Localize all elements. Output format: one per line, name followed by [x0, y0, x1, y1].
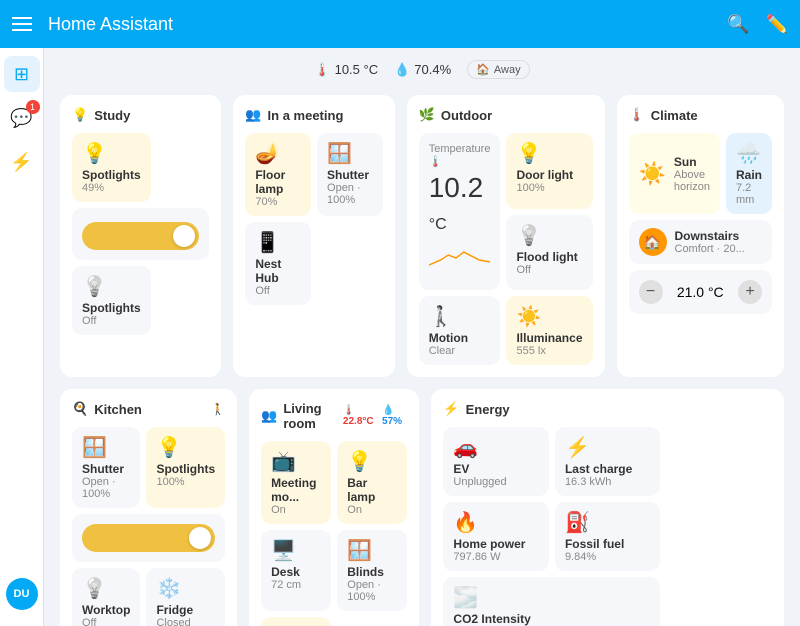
outdoor-illuminance[interactable]: ☀️ Illuminance 555 lx	[506, 296, 592, 365]
spotlight-off-icon: 💡	[82, 274, 141, 299]
house-icon: 🏠	[476, 63, 490, 76]
living-room-blinds[interactable]: 🪟 Blinds Open · 100%	[337, 530, 407, 611]
office-shutter[interactable]: 🪟 Shutter Open · 100%	[317, 133, 383, 216]
outdoor-icon: 🌿	[419, 107, 435, 123]
kitchen-person-icon: 🚶	[211, 403, 225, 416]
kitchen-icon: 🍳	[72, 401, 88, 417]
slider-knob	[173, 225, 195, 247]
menu-button[interactable]	[12, 12, 36, 36]
main-content: 🌡️ 10.5 °C 💧 70.4% 🏠 Away 💡 Study	[44, 48, 800, 626]
kitchen-spotlights[interactable]: 💡 Spotlights 100%	[146, 427, 225, 508]
study-icon: 💡	[72, 107, 88, 123]
living-room-temp: 🌡️ 22.8°C	[343, 405, 376, 427]
sun-icon: ☀️	[639, 161, 666, 187]
outdoor-section: 🌿 Outdoor Temperature 🌡️ 10.2 °C	[407, 95, 605, 377]
kitchen-fridge[interactable]: ❄️ Fridge Closed	[146, 568, 225, 626]
sidebar-item-dashboard[interactable]: ⊞	[4, 56, 40, 92]
energy-fossil-fuel[interactable]: ⛽ Fossil fuel 9.84%	[555, 502, 661, 571]
temp-increase-button[interactable]: +	[738, 280, 762, 304]
sections-row-2: 🍳 Kitchen 🚶 🪟 Shutter Open · 100% 💡 Spot…	[60, 389, 784, 626]
kitchen-slider-knob	[189, 527, 211, 549]
downstairs-icon: 🏠	[639, 228, 667, 256]
avatar[interactable]: DU	[6, 578, 38, 610]
climate-section: 🌡️ Climate ☀️ Sun Above horizon	[617, 95, 785, 377]
water-icon: 💧	[394, 62, 410, 78]
study-devices: 💡 Spotlights 49% 💡 Spotlights Off	[72, 133, 209, 335]
study-title: 💡 Study	[72, 107, 209, 123]
office-devices: 🪔 Floor lamp 70% 🪟 Shutter Open · 100% 📱…	[245, 133, 382, 305]
sidebar-item-energy[interactable]: ⚡	[4, 144, 40, 180]
search-icon[interactable]: 🔍	[727, 14, 749, 35]
energy-co2[interactable]: 🌫️ CO2 Intensity 62.0 gCO2eq/...	[443, 577, 660, 626]
energy-last-charge[interactable]: ⚡ Last charge 16.3 kWh	[555, 427, 661, 496]
outdoor-motion[interactable]: 🚶 Motion Clear	[419, 296, 501, 365]
living-room-bar-lamp[interactable]: 💡 Bar lamp On	[337, 441, 407, 524]
status-presence: 🏠 Away	[467, 60, 529, 79]
living-room-meeting[interactable]: 📺 Meeting mo... On	[261, 441, 331, 524]
climate-sun[interactable]: ☀️ Sun Above horizon	[629, 133, 720, 214]
living-room-desk[interactable]: 🖥️ Desk 72 cm	[261, 530, 331, 611]
climate-title: 🌡️ Climate	[629, 107, 773, 123]
study-section: 💡 Study 💡 Spotlights 49%	[60, 95, 221, 377]
outdoor-temp-tile: Temperature 🌡️ 10.2 °C	[419, 133, 501, 290]
topbar-actions: 🔍 ✏️	[727, 14, 788, 35]
climate-rain[interactable]: 🌧️ Rain 7.2 mm	[726, 133, 772, 214]
sections-row-1: 💡 Study 💡 Spotlights 49%	[60, 95, 784, 377]
status-humidity: 💧 70.4%	[394, 60, 451, 79]
energy-icon: ⚡	[443, 401, 459, 417]
temp-decrease-button[interactable]: −	[639, 280, 663, 304]
outdoor-door-light[interactable]: 💡 Door light 100%	[506, 133, 592, 209]
living-room-title: 👥 Living room 🌡️ 22.8°C 💧 57%	[261, 401, 407, 431]
study-slider-tile[interactable]	[72, 208, 209, 260]
kitchen-devices: 🪟 Shutter Open · 100% 💡 Spotlights 100%	[72, 427, 225, 626]
kitchen-worktop[interactable]: 💡 Worktop Off	[72, 568, 140, 626]
topbar: Home Assistant 🔍 ✏️	[0, 0, 800, 48]
kitchen-shutter[interactable]: 🪟 Shutter Open · 100%	[72, 427, 140, 508]
study-spotlights-off[interactable]: 💡 Spotlights Off	[72, 266, 151, 335]
status-bar: 🌡️ 10.5 °C 💧 70.4% 🏠 Away	[60, 60, 784, 79]
living-room-section: 👥 Living room 🌡️ 22.8°C 💧 57% 📺 Meeting …	[249, 389, 419, 626]
energy-section: ⚡ Energy 🚗 EV Unplugged ⚡ Last charge 16…	[431, 389, 784, 626]
study-spotlights-on[interactable]: 💡 Spotlights 49%	[72, 133, 151, 202]
office-nest-hub[interactable]: 📱 Nest Hub Off	[245, 222, 311, 305]
status-temperature: 🌡️ 10.5 °C	[314, 60, 378, 79]
living-room-humidity: 💧 57%	[382, 405, 407, 427]
office-icon: 👥	[245, 107, 261, 123]
kitchen-section: 🍳 Kitchen 🚶 🪟 Shutter Open · 100% 💡 Spot…	[60, 389, 237, 626]
energy-devices: 🚗 EV Unplugged ⚡ Last charge 16.3 kWh 🔥 …	[443, 427, 772, 626]
energy-ev[interactable]: 🚗 EV Unplugged	[443, 427, 549, 496]
climate-thermostat: − 21.0 °C +	[629, 270, 773, 314]
thermostat-value: 21.0 °C	[677, 284, 724, 300]
living-room-devices: 📺 Meeting mo... On 💡 Bar lamp On 🖥️ Desk…	[261, 441, 407, 626]
office-section: 👥 In a meeting 🪔 Floor lamp 70% 🪟 Shutte…	[233, 95, 394, 377]
outdoor-flood-light[interactable]: 💡 Flood light Off	[506, 215, 592, 291]
living-room-icon: 👥	[261, 408, 277, 424]
sidebar-item-notifications[interactable]: 💬	[4, 100, 40, 136]
climate-devices: ☀️ Sun Above horizon 🌧️ Rain 7.2 mm	[629, 133, 773, 314]
climate-icon: 🌡️	[629, 107, 645, 123]
edit-icon[interactable]: ✏️	[766, 14, 788, 35]
spotlight-icon: 💡	[82, 141, 141, 166]
app-title: Home Assistant	[48, 14, 715, 35]
office-floor-lamp[interactable]: 🪔 Floor lamp 70%	[245, 133, 311, 216]
kitchen-title: 🍳 Kitchen 🚶	[72, 401, 225, 417]
energy-title: ⚡ Energy	[443, 401, 772, 417]
kitchen-slider-tile[interactable]	[72, 514, 225, 562]
study-brightness-slider[interactable]	[82, 222, 199, 250]
office-title: 👥 In a meeting	[245, 107, 382, 123]
living-room-nest-mini[interactable]: 🔊 Nest mini Playing	[261, 617, 331, 626]
outdoor-title: 🌿 Outdoor	[419, 107, 593, 123]
outdoor-devices: Temperature 🌡️ 10.2 °C 💡 Door light 100%	[419, 133, 593, 365]
layout: ⊞ 💬 ⚡ DU 🌡️ 10.5 °C 💧 70.4% 🏠 Away	[0, 48, 800, 626]
climate-downstairs[interactable]: 🏠 Downstairs Comfort · 20...	[629, 220, 773, 264]
sidebar: ⊞ 💬 ⚡ DU	[0, 48, 44, 626]
thermometer-icon: 🌡️	[314, 62, 330, 78]
energy-home-power[interactable]: 🔥 Home power 797.86 W	[443, 502, 549, 571]
